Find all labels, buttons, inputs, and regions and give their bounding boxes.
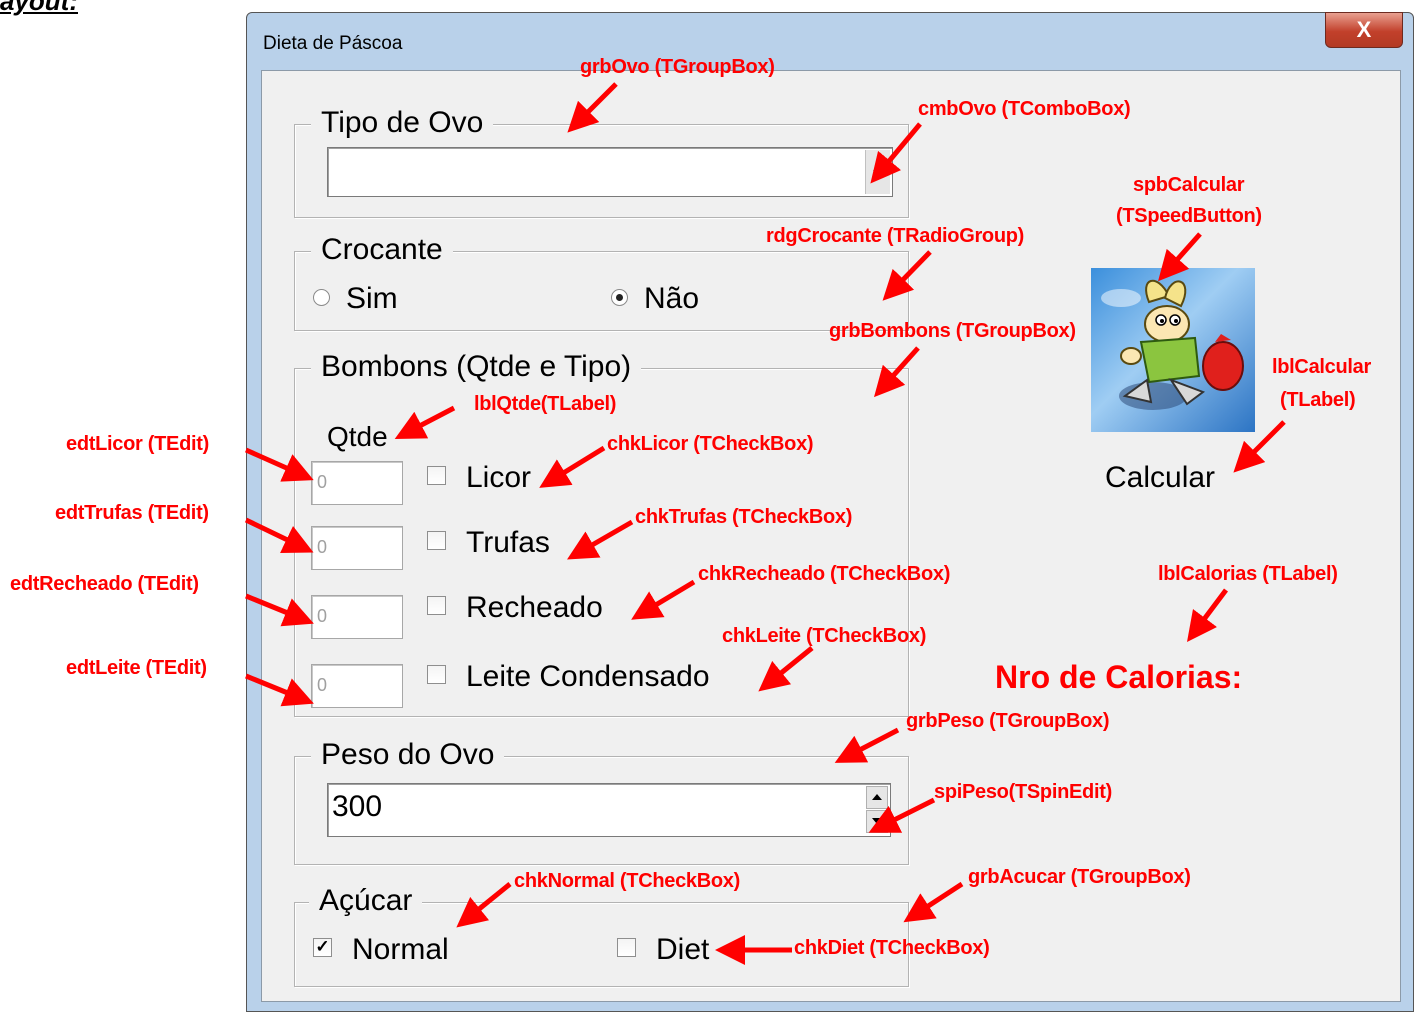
spin-buttons[interactable] <box>866 786 888 834</box>
document-heading: ayout: <box>0 0 78 16</box>
annotation-grbovo: grbOvo (TGroupBox) <box>580 56 775 78</box>
annotation-grbacucar: grbAcucar (TGroupBox) <box>968 866 1191 888</box>
calcular-speed-button[interactable] <box>1091 268 1255 432</box>
checkbox-icon <box>427 664 446 684</box>
annotation-spbcalcular-1: spbCalcular <box>1133 174 1245 196</box>
checkbox-icon <box>617 937 636 957</box>
radio-nao[interactable]: Não <box>611 282 699 316</box>
checkbox-checked-icon: ✓ <box>313 937 332 957</box>
annotation-lblcalcular-2: (TLabel) <box>1280 389 1356 411</box>
recheado-qty-input[interactable]: 0 <box>311 595 403 639</box>
annotation-edttrufas: edtTrufas (TEdit) <box>55 502 209 524</box>
leite-label: Leite Condensado <box>466 660 710 693</box>
annotation-chkdiet: chkDiet (TCheckBox) <box>794 937 990 959</box>
group-tipo-de-ovo: Tipo de Ovo <box>294 105 909 218</box>
qtde-label: Qtde <box>327 421 388 452</box>
radio-selected-icon <box>611 288 628 306</box>
annotation-chktrufas: chkTrufas (TCheckBox) <box>635 506 853 528</box>
checkbox-icon <box>427 595 446 615</box>
annotation-chklicor: chkLicor (TCheckBox) <box>607 433 814 455</box>
ovo-combobox[interactable] <box>327 147 893 197</box>
normal-label: Normal <box>352 933 449 966</box>
radio-sim-label: Sim <box>346 282 398 315</box>
annotation-chkrecheado: chkRecheado (TCheckBox) <box>698 563 951 585</box>
checkbox-icon <box>427 530 446 550</box>
radio-nao-label: Não <box>644 282 700 315</box>
window-title: Dieta de Páscoa <box>263 33 403 54</box>
annotation-lblqtde: lblQtde(TLabel) <box>474 393 617 415</box>
diet-checkbox[interactable]: Diet <box>617 933 709 967</box>
rabbit-egg-icon <box>1101 279 1244 410</box>
annotation-spbcalcular-2: (TSpeedButton) <box>1116 205 1262 227</box>
trufas-checkbox[interactable]: Trufas <box>427 526 550 560</box>
recheado-checkbox[interactable]: Recheado <box>427 591 603 625</box>
annotation-edtlicor: edtLicor (TEdit) <box>66 433 209 455</box>
annotation-edtleite: edtLeite (TEdit) <box>66 657 207 679</box>
recheado-label: Recheado <box>466 591 603 624</box>
annotation-rdgcrocante: rdgCrocante (TRadioGroup) <box>766 225 1025 247</box>
spin-up-icon[interactable] <box>866 786 888 809</box>
annotation-grbbombons: grbBombons (TGroupBox) <box>829 320 1076 342</box>
group-caption-acucar: Açúcar <box>309 883 423 919</box>
group-caption-peso: Peso do Ovo <box>311 737 505 773</box>
spin-down-icon[interactable] <box>866 810 888 833</box>
licor-qty-input[interactable]: 0 <box>311 461 403 505</box>
leite-qty-input[interactable]: 0 <box>311 664 403 708</box>
close-icon[interactable]: X <box>1357 17 1372 42</box>
annotation-edtrecheado: edtRecheado (TEdit) <box>10 573 199 595</box>
chevron-down-icon[interactable] <box>865 150 890 194</box>
radio-icon <box>313 288 330 306</box>
licor-label: Licor <box>466 461 532 494</box>
trufas-qty-input[interactable]: 0 <box>311 526 403 570</box>
close-button[interactable]: X <box>1325 12 1403 48</box>
peso-spin-edit[interactable]: 300 <box>327 783 891 837</box>
group-peso: Peso do Ovo 300 <box>294 737 909 865</box>
licor-checkbox[interactable]: Licor <box>427 461 531 495</box>
annotation-chknormal: chkNormal (TCheckBox) <box>514 870 740 892</box>
normal-checkbox[interactable]: ✓ Normal <box>313 933 449 967</box>
annotation-cmbovo: cmbOvo (TComboBox) <box>918 98 1131 120</box>
annotation-grbpeso: grbPeso (TGroupBox) <box>906 710 1110 732</box>
calcular-label: Calcular <box>1105 461 1216 494</box>
radio-sim[interactable]: Sim <box>313 282 398 316</box>
group-bombons: Bombons (Qtde e Tipo) Qtde 0 Licor 0 Tru… <box>294 349 909 717</box>
diet-label: Diet <box>656 933 710 966</box>
calorias-label: Nro de Calorias: <box>995 659 1243 695</box>
trufas-label: Trufas <box>466 526 550 559</box>
peso-value: 300 <box>332 790 383 823</box>
group-caption-crocante: Crocante <box>311 232 453 268</box>
annotation-lblcalorias: lblCalorias (TLabel) <box>1158 563 1338 585</box>
annotation-lblcalcular-1: lblCalcular <box>1272 356 1371 378</box>
checkbox-icon <box>427 465 446 485</box>
group-crocante: Crocante Sim Não <box>294 232 909 331</box>
leite-checkbox[interactable]: Leite Condensado <box>427 660 710 694</box>
annotation-spipeso: spiPeso(TSpinEdit) <box>934 781 1112 803</box>
group-caption-bombons: Bombons (Qtde e Tipo) <box>311 349 642 385</box>
annotation-chkleite: chkLeite (TCheckBox) <box>722 625 927 647</box>
group-caption-tipo-de-ovo: Tipo de Ovo <box>311 105 494 141</box>
